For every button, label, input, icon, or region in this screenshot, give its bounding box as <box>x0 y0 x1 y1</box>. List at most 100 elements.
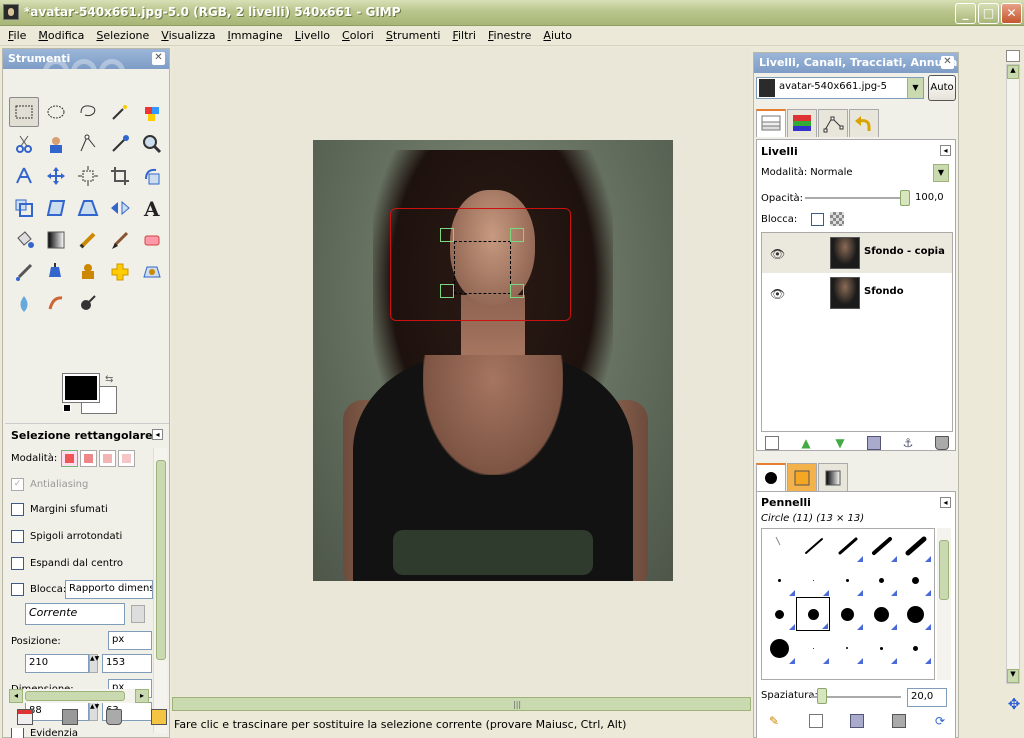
bucket-fill-tool[interactable] <box>9 225 39 255</box>
duplicate-brush-icon[interactable] <box>850 714 864 728</box>
panel-menu-icon[interactable]: ◂ <box>940 497 951 508</box>
new-brush-icon[interactable] <box>808 714 823 728</box>
tab-gradients[interactable] <box>818 463 848 491</box>
layer-mode-value[interactable]: Normale <box>810 167 852 178</box>
tab-brushes[interactable] <box>756 463 786 491</box>
brush-item[interactable] <box>762 597 796 631</box>
blend-tool[interactable] <box>41 225 71 255</box>
delete-brush-icon[interactable] <box>891 714 906 728</box>
highlight-checkbox[interactable] <box>11 728 24 738</box>
tab-layers[interactable] <box>756 109 786 137</box>
rotate-tool[interactable] <box>137 161 167 191</box>
brush-item[interactable] <box>864 597 898 631</box>
close-icon[interactable]: ✕ <box>152 52 165 65</box>
position-x-stepper[interactable]: ▲▼ <box>89 654 99 673</box>
menu-selezione[interactable]: Selezione <box>90 29 155 42</box>
align-tool[interactable] <box>73 161 103 191</box>
layer-row[interactable]: 👁 Sfondo - copia <box>762 233 952 273</box>
menu-strumenti[interactable]: Strumenti <box>380 29 447 42</box>
spacing-input[interactable]: 20,0 <box>907 688 947 707</box>
brush-item[interactable] <box>830 529 864 563</box>
lock-pixels-checkbox[interactable] <box>811 212 825 226</box>
fuzzy-select-tool[interactable] <box>105 97 135 127</box>
maximize-button[interactable]: □ <box>978 3 999 24</box>
brush-item[interactable] <box>830 563 864 597</box>
paths-tool[interactable] <box>73 129 103 159</box>
color-select-tool[interactable] <box>137 97 167 127</box>
close-icon[interactable]: ✕ <box>941 56 954 69</box>
rounded-corners-checkbox[interactable] <box>11 530 24 543</box>
image-photo[interactable] <box>313 140 673 581</box>
fixed-mode-select[interactable]: Rapporto dimensioni <box>65 580 153 599</box>
brush-item[interactable] <box>898 529 932 563</box>
tool-options-scrollbar[interactable] <box>153 448 167 733</box>
brush-item[interactable] <box>762 631 796 665</box>
scissors-tool[interactable] <box>9 129 39 159</box>
antialiasing-checkbox[interactable]: ✓ <box>11 478 24 491</box>
raise-layer-icon[interactable]: ▲ <box>799 436 813 450</box>
brush-item[interactable] <box>864 631 898 665</box>
tab-paths[interactable] <box>818 109 848 137</box>
mode-add-icon[interactable] <box>80 450 98 467</box>
brush-item[interactable] <box>898 597 932 631</box>
brushes-scrollbar[interactable] <box>937 528 951 680</box>
duplicate-layer-icon[interactable] <box>867 436 881 450</box>
paintbrush-tool[interactable] <box>105 225 135 255</box>
rect-select-tool[interactable] <box>9 97 39 127</box>
menu-livello[interactable]: Livello <box>289 29 336 42</box>
new-layer-icon[interactable] <box>765 436 779 450</box>
ellipse-select-tool[interactable] <box>41 97 71 127</box>
reset-colors-icon[interactable] <box>63 404 71 412</box>
opacity-value[interactable]: 100,0 <box>915 192 944 203</box>
tab-undo[interactable] <box>849 109 879 137</box>
menu-filtri[interactable]: Filtri <box>446 29 482 42</box>
move-tool[interactable] <box>41 161 71 191</box>
minimize-button[interactable]: _ <box>955 3 976 24</box>
selection-handle-top-right[interactable] <box>510 228 524 242</box>
dodge-burn-tool[interactable] <box>73 289 103 319</box>
rect-selection[interactable] <box>454 241 511 294</box>
scale-tool[interactable] <box>9 193 39 223</box>
brush-item[interactable] <box>762 563 796 597</box>
lasso-tool[interactable] <box>73 97 103 127</box>
zoom-toggle-icon[interactable] <box>1006 50 1020 62</box>
image-selector[interactable]: avatar-540x661.jpg-5 ▼ <box>756 77 924 99</box>
chevron-down-icon[interactable]: ▼ <box>933 164 949 182</box>
opacity-slider-knob[interactable] <box>900 190 910 206</box>
auto-button[interactable]: Auto <box>928 75 956 101</box>
fixed-checkbox[interactable] <box>11 583 24 596</box>
brush-item[interactable] <box>796 597 830 631</box>
panel-menu-icon[interactable]: ◂ <box>940 145 951 156</box>
foreground-select-tool[interactable] <box>41 129 71 159</box>
brush-item[interactable] <box>762 529 796 563</box>
smudge-tool[interactable] <box>41 289 71 319</box>
pencil-tool[interactable] <box>73 225 103 255</box>
brush-item[interactable] <box>796 563 830 597</box>
mode-intersect-icon[interactable] <box>118 450 136 467</box>
restore-options-icon[interactable] <box>61 709 78 725</box>
menu-modifica[interactable]: Modifica <box>32 29 90 42</box>
lock-alpha-icon[interactable] <box>830 212 845 226</box>
refresh-brushes-icon[interactable]: ⟳ <box>933 714 947 728</box>
selection-handle-bottom-right[interactable] <box>510 284 524 298</box>
image-canvas-area[interactable] <box>172 48 751 696</box>
shear-tool[interactable] <box>41 193 71 223</box>
canvas-hscrollbar[interactable]: ||| <box>172 697 751 711</box>
foreground-color[interactable] <box>62 373 100 403</box>
canvas-vscrollbar[interactable]: ▲ ▼ <box>1006 64 1020 684</box>
brush-item[interactable] <box>830 631 864 665</box>
menu-aiuto[interactable]: Aiuto <box>537 29 578 42</box>
chevron-down-icon[interactable]: ▼ <box>907 78 923 98</box>
position-x-input[interactable]: 210 <box>25 654 89 673</box>
tool-options-hscrollbar[interactable]: ◂ ▸ <box>9 689 149 703</box>
save-options-icon[interactable] <box>17 709 33 725</box>
brush-item[interactable] <box>830 597 864 631</box>
brush-item[interactable] <box>796 529 830 563</box>
close-button[interactable]: ✕ <box>1001 3 1022 24</box>
spacing-slider-knob[interactable] <box>817 688 827 704</box>
navigate-icon[interactable]: ✥ <box>1006 696 1022 712</box>
brush-item[interactable] <box>898 563 932 597</box>
position-y-input[interactable]: 153 <box>102 654 152 673</box>
layer-row[interactable]: 👁 Sfondo <box>762 273 952 313</box>
selection-handle-top-left[interactable] <box>440 228 454 242</box>
